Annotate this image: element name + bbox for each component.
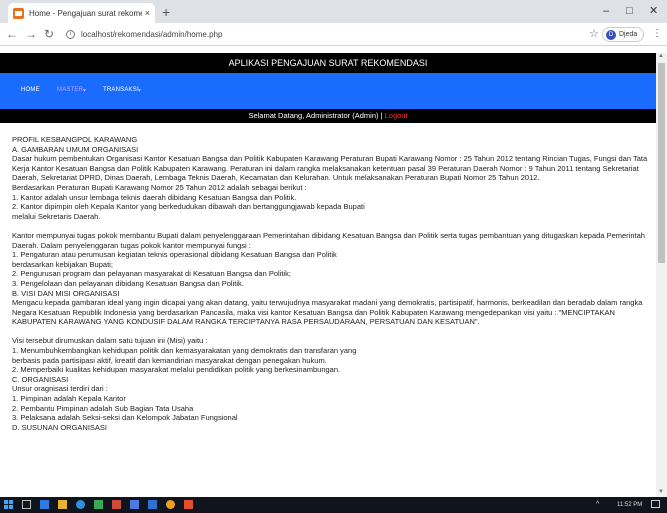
content-line: 1. Kantor adalah unsur lembaga teknis da…: [12, 192, 297, 202]
content-line: berbasis pada partisipasi aktif, kreatif…: [12, 355, 327, 365]
browser-menu-icon[interactable]: ⋮: [652, 28, 662, 39]
app-icon[interactable]: [94, 500, 103, 509]
content-line: D. SUSUNAN ORGANISASI: [12, 422, 108, 432]
content-line: Berdasarkan Peraturan Bupati Karawang No…: [12, 182, 307, 192]
browser-toolbar: ← → ↻ i localhost/rekomendasi/admin/home…: [0, 23, 667, 46]
content-line: 1. Pengaturan atau perumusan kegiatan te…: [12, 250, 337, 260]
avatar: D: [606, 29, 616, 40]
maximize-button[interactable]: □: [626, 4, 633, 18]
app-icon[interactable]: [166, 500, 175, 509]
content-line: A. GAMBARAN UMUM ORGANISASI: [12, 144, 139, 154]
reload-icon[interactable]: ↻: [44, 27, 54, 41]
main-menu: HOME MASTER ▾ TRANSAKSI ▾: [0, 73, 656, 109]
edge-browser-icon[interactable]: [40, 500, 49, 509]
content-line: 1. Pimpinan adalah Kepala Kantor: [12, 394, 126, 404]
logout-link[interactable]: Logout: [385, 111, 408, 120]
browser-tabstrip: Home - Pengajuan surat rekome × + – □ ✕: [0, 0, 667, 23]
content-line: berdasarkan kebijakan Bupati;: [12, 259, 113, 269]
content-line: Visi tersebut dirumuskan dalam satu tuju…: [12, 336, 208, 346]
url-text: localhost/rekomendasi/admin/home.php: [81, 30, 223, 39]
notification-icon[interactable]: [651, 500, 660, 508]
app-icon[interactable]: [130, 500, 139, 509]
app-title-bar: APLIKASI PENGAJUAN SURAT REKOMENDASI: [0, 53, 656, 73]
chevron-down-icon: ▾: [83, 88, 87, 94]
app-icon[interactable]: [112, 500, 121, 509]
address-bar[interactable]: i localhost/rekomendasi/admin/home.php: [66, 26, 586, 43]
profile-button[interactable]: D Djeda: [602, 27, 644, 42]
menu-item-home[interactable]: HOME: [21, 87, 40, 93]
site-info-icon[interactable]: i: [66, 30, 75, 39]
word-icon[interactable]: [148, 500, 157, 509]
tab-close-icon[interactable]: ×: [145, 8, 150, 18]
content-line: 1. Menumbuhkembangkan kehidupan politik …: [12, 346, 357, 356]
task-view-icon[interactable]: [22, 500, 31, 509]
new-tab-button[interactable]: +: [162, 4, 170, 20]
chevron-down-icon: ▾: [138, 88, 142, 94]
menu-item-master[interactable]: MASTER: [57, 87, 83, 93]
content-line: 2. Pengurusan program dan pelayanan masy…: [12, 269, 291, 279]
minimize-button[interactable]: –: [603, 4, 609, 18]
content-line: Kantor mempunyai tugas pokok membantu Bu…: [12, 230, 645, 250]
content-line: 3. Pelaksana adalah Seksi-seksi dan Kelo…: [12, 413, 238, 423]
profile-content: PROFIL KESBANGPOL KARAWANG A. GAMBARAN U…: [12, 135, 654, 495]
app-title: APLIKASI PENGAJUAN SURAT REKOMENDASI: [228, 58, 428, 68]
content-line: C. ORGANISASI: [12, 374, 69, 384]
clock[interactable]: 11:52 PM: [617, 500, 642, 510]
chrome-icon[interactable]: [76, 500, 85, 509]
content-line: Unsur oragnisasi terdiri dari :: [12, 384, 108, 394]
browser-tab[interactable]: Home - Pengajuan surat rekome ×: [8, 3, 155, 23]
content-line: 2. Kantor dipimpin oleh Kepala Kantor ya…: [12, 202, 365, 212]
page-scrollbar[interactable]: ▲ ▼: [656, 53, 667, 497]
scroll-up-icon[interactable]: ▲: [658, 53, 664, 59]
back-arrow-icon[interactable]: ←: [6, 27, 18, 41]
bookmark-star-icon[interactable]: ☆: [589, 27, 599, 40]
app-icon[interactable]: [184, 500, 193, 509]
scrollbar-thumb[interactable]: [658, 63, 665, 263]
tray-expand-icon[interactable]: ^: [596, 500, 599, 510]
content-line: 2. Memperbaiki kualitas kehidupan masyar…: [12, 365, 341, 375]
file-explorer-icon[interactable]: [58, 500, 67, 509]
content-line: Dasar hukum pembentukan Organisasi Kanto…: [12, 154, 648, 183]
tab-title: Home - Pengajuan surat rekome: [29, 8, 142, 18]
windows-start-icon[interactable]: [4, 500, 13, 509]
profile-name: Djeda: [619, 31, 638, 38]
close-window-button[interactable]: ✕: [649, 4, 658, 18]
content-line: B. VISI DAN MISI ORGANISASI: [12, 288, 120, 298]
content-line: melalui Sekretaris Daerah.: [12, 211, 101, 221]
windows-taskbar: ^ 11:52 PM: [0, 497, 667, 513]
menu-item-transaksi[interactable]: TRANSAKSI: [103, 87, 139, 93]
content-line: 3. Pengelolaan dan pelayanan dibidang Ke…: [12, 278, 244, 288]
scroll-down-icon[interactable]: ▼: [658, 489, 664, 495]
page-favicon-icon: [13, 7, 24, 19]
welcome-bar: Selamat Datang, Administrator (Admin) | …: [0, 109, 656, 123]
welcome-text: Selamat Datang, Administrator (Admin) |: [248, 111, 385, 120]
content-line: PROFIL KESBANGPOL KARAWANG: [12, 135, 138, 144]
content-line: 2. Pembantu Pimpinan adalah Sub Bagian T…: [12, 403, 194, 413]
forward-arrow-icon[interactable]: →: [25, 27, 37, 41]
content-line: Mengacu kepada gambaran ideal yang ingin…: [12, 298, 643, 327]
